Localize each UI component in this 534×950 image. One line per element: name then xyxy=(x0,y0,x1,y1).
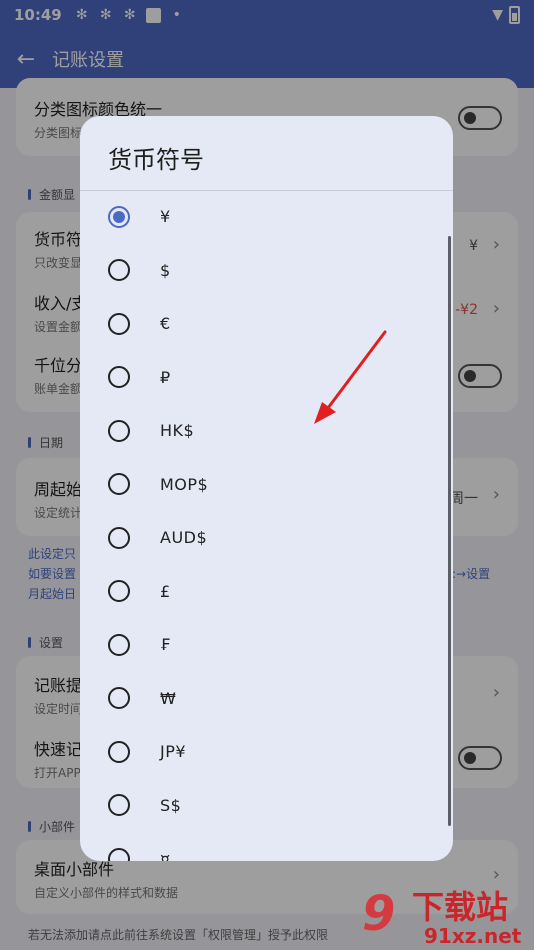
currency-option[interactable]: ₣ xyxy=(80,618,453,671)
currency-option-label: ₽ xyxy=(160,367,171,387)
currency-option-label: ¥ xyxy=(160,207,171,226)
currency-option-label: £ xyxy=(160,581,171,601)
currency-option-label: ₩ xyxy=(160,688,177,708)
currency-option[interactable]: ₩ xyxy=(80,672,453,725)
annotation-arrow-icon xyxy=(314,330,387,424)
currency-option[interactable]: AUD$ xyxy=(80,511,453,564)
currency-option-label: HK$ xyxy=(160,421,195,440)
dialog-scrollbar[interactable] xyxy=(448,236,451,826)
radio-unselected-icon[interactable] xyxy=(108,473,130,495)
watermark-url: 91xz.net xyxy=(424,924,522,948)
currency-option[interactable]: JP¥ xyxy=(80,725,453,778)
currency-option-label: ¤ xyxy=(160,849,171,861)
radio-unselected-icon[interactable] xyxy=(108,259,130,281)
currency-option-label: ₣ xyxy=(160,635,171,654)
radio-unselected-icon[interactable] xyxy=(108,633,130,656)
radio-unselected-icon[interactable] xyxy=(108,794,130,816)
dialog-title: 货币符号 xyxy=(108,146,204,174)
currency-option[interactable]: S$ xyxy=(80,779,453,832)
currency-option-label: MOP$ xyxy=(160,474,209,494)
currency-option-list[interactable]: ¥ $ € ₽ HK$ MOP$ AUD$ £ ₣ ₩ JP¥ S$ ¤ xyxy=(80,190,453,861)
currency-option-label: S$ xyxy=(160,795,182,815)
watermark-text: 下载站 xyxy=(412,888,509,926)
radio-unselected-icon[interactable] xyxy=(108,419,130,442)
radio-selected-icon[interactable] xyxy=(108,205,130,228)
radio-unselected-icon[interactable] xyxy=(108,580,130,602)
currency-option-label: JP¥ xyxy=(160,742,187,761)
radio-unselected-icon[interactable] xyxy=(108,687,130,709)
currency-dialog: 货币符号 ¥ $ € ₽ HK$ MOP$ AUD$ £ ₣ ₩ JP¥ S$ ¤ xyxy=(80,116,453,861)
currency-option-label: AUD$ xyxy=(160,528,208,547)
currency-option-label: € xyxy=(160,314,171,333)
radio-unselected-icon[interactable] xyxy=(108,312,130,335)
currency-option[interactable]: ¥ xyxy=(80,190,453,243)
radio-unselected-icon[interactable] xyxy=(108,740,130,763)
radio-unselected-icon[interactable] xyxy=(108,366,130,388)
watermark-logo: 9 xyxy=(362,886,396,942)
currency-option[interactable]: £ xyxy=(80,565,453,618)
currency-option-label: $ xyxy=(160,260,171,280)
watermark: 9 下载站 91xz.net xyxy=(360,882,534,950)
currency-option[interactable]: MOP$ xyxy=(80,458,453,511)
currency-option[interactable]: $ xyxy=(80,244,453,297)
currency-option[interactable]: ¤ xyxy=(80,832,453,861)
radio-unselected-icon[interactable] xyxy=(108,847,130,861)
radio-unselected-icon[interactable] xyxy=(108,526,130,549)
